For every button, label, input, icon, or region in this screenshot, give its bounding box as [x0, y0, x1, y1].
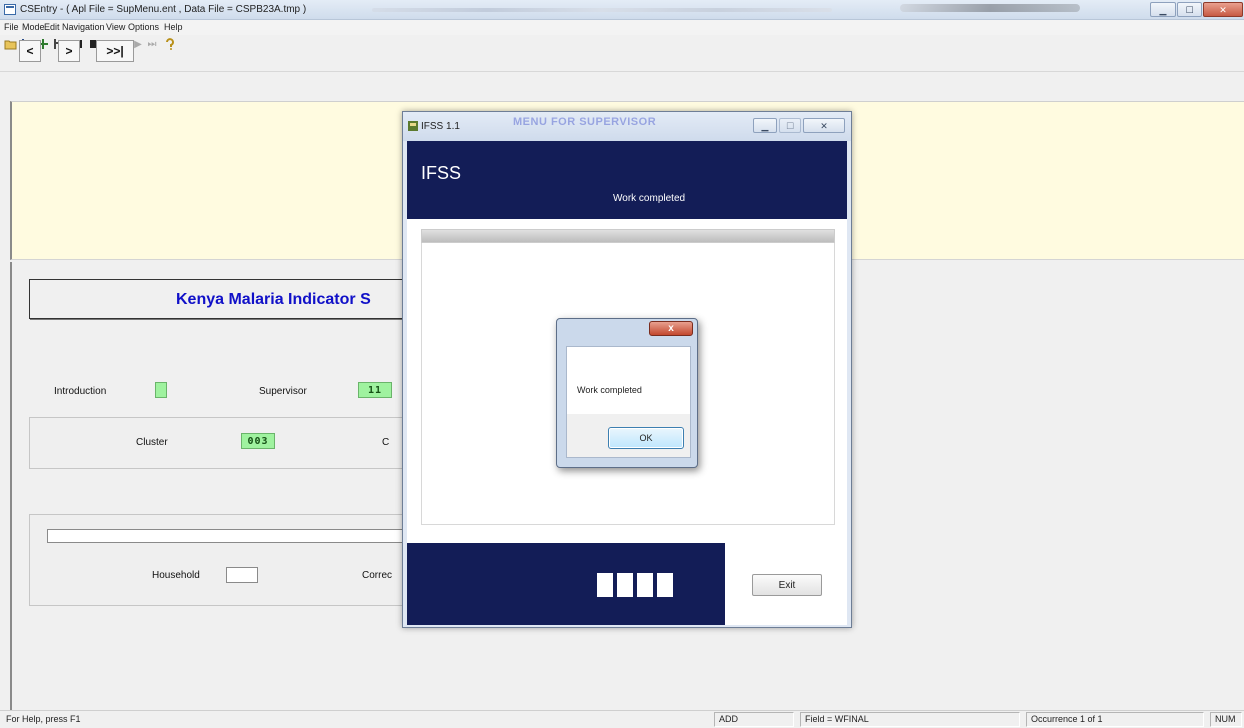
maximize-button[interactable]: ☐ [1177, 2, 1202, 17]
message-box-button-row: OK [566, 414, 691, 458]
cluster-panel [29, 417, 409, 469]
status-bar: For Help, press F1 ADD Field = WFINAL Oc… [0, 710, 1244, 728]
introduction-field[interactable] [155, 382, 167, 398]
household-bar-field[interactable] [47, 529, 409, 543]
cluster-next-label: C [382, 437, 390, 448]
status-mode: ADD [714, 712, 794, 727]
maximize-icon: ☐ [785, 121, 795, 131]
ifss-footer-banner [407, 543, 725, 625]
menu-edit[interactable]: Edit [44, 22, 60, 32]
caption-buttons: ▁ ☐ ✕ [1150, 2, 1244, 18]
ifss-app-icon [408, 121, 418, 131]
maximize-icon: ☐ [1185, 5, 1194, 15]
previous-field-button[interactable]: < [19, 40, 41, 62]
menu-view[interactable]: View [106, 22, 125, 32]
menu-mode[interactable]: Mode [22, 22, 45, 32]
ifss-maximize-button[interactable]: ☐ [779, 118, 801, 133]
blurred-title-region-2 [900, 4, 1080, 12]
menu-options[interactable]: Options [128, 22, 159, 32]
ifss-header-title: IFSS [421, 163, 462, 183]
household-label: Household [152, 570, 200, 581]
survey-title: Kenya Malaria Indicator S [176, 291, 371, 308]
minimize-icon: ▁ [761, 121, 769, 131]
footer-block-4 [657, 573, 673, 597]
message-box: x Work completed OK [556, 318, 698, 468]
close-icon: x [668, 323, 674, 334]
menu-help[interactable]: Help [164, 22, 183, 32]
toolbar: ⏮ ◀ ▶ ⏭ [0, 35, 1244, 72]
close-icon: ✕ [820, 121, 828, 131]
message-box-close-button[interactable]: x [649, 321, 693, 336]
supervisor-label: Supervisor [259, 386, 307, 397]
cluster-label: Cluster [136, 437, 168, 448]
survey-title-box: Kenya Malaria Indicator S [29, 279, 429, 319]
menu-bar: File Mode Edit Navigation View Options H… [0, 20, 1244, 35]
ifss-close-button[interactable]: ✕ [803, 118, 845, 133]
status-occurrence: Occurrence 1 of 1 [1026, 712, 1204, 727]
next-field-button[interactable]: > [58, 40, 80, 62]
open-icon[interactable] [4, 37, 18, 51]
household-panel [29, 514, 409, 606]
end-field-button[interactable]: >>| [96, 40, 134, 62]
ifss-title-bar: IFSS 1.1 MENU FOR SUPERVISOR ▁ ☐ ✕ [403, 112, 851, 141]
footer-block-3 [637, 573, 653, 597]
introduction-label: Introduction [54, 386, 107, 397]
ifss-header-status: Work completed [613, 193, 686, 204]
ifss-minimize-button[interactable]: ▁ [753, 118, 777, 133]
exit-button[interactable]: Exit [752, 574, 822, 596]
close-icon: ✕ [1219, 5, 1227, 15]
blurred-title-region [372, 8, 832, 12]
message-box-body: Work completed [566, 346, 691, 414]
main-title-bar: CSEntry - ( Apl File = SupMenu.ent , Dat… [0, 0, 1244, 20]
status-num: NUM [1210, 712, 1242, 727]
status-field: Field = WFINAL [800, 712, 1020, 727]
main-window-title: CSEntry - ( Apl File = SupMenu.ent , Dat… [20, 4, 307, 15]
close-button[interactable]: ✕ [1203, 2, 1243, 17]
correct-label: Correc [362, 570, 393, 581]
help-icon[interactable] [164, 37, 176, 51]
minimize-button[interactable]: ▁ [1150, 2, 1176, 17]
supervisor-field[interactable]: 11 [358, 382, 392, 398]
footer-block-2 [617, 573, 633, 597]
menu-file[interactable]: File [4, 22, 19, 32]
status-help-text: For Help, press F1 [6, 714, 81, 724]
ifss-header-banner: IFSS Work completed [407, 141, 847, 219]
ifss-window-title: IFSS 1.1 [421, 121, 460, 132]
last-case-icon[interactable]: ⏭ [146, 37, 158, 51]
menu-navigation[interactable]: Navigation [62, 22, 105, 32]
minimize-icon: ▁ [1159, 5, 1167, 15]
csentry-app-icon [4, 4, 16, 15]
cluster-field[interactable]: 003 [241, 433, 275, 449]
message-text: Work completed [577, 385, 642, 395]
footer-block-1 [597, 573, 613, 597]
ifss-progress-bar [421, 229, 835, 243]
background-title-ghost: MENU FOR SUPERVISOR [513, 116, 657, 128]
household-field[interactable] [226, 567, 258, 583]
ok-button[interactable]: OK [608, 427, 684, 449]
